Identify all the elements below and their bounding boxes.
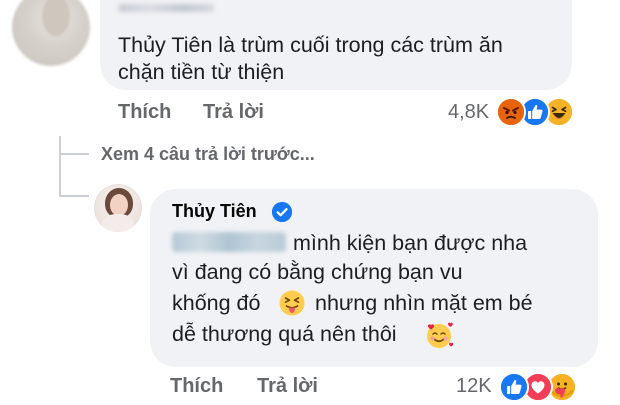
- reply-reply-button[interactable]: Trả lời: [257, 375, 318, 398]
- reply-like-button[interactable]: Thích: [170, 375, 223, 398]
- view-previous-replies-link[interactable]: Xem 4 câu trả lời trước...: [101, 144, 315, 165]
- angry-icon: [496, 97, 526, 127]
- reply-text-line-3b: nhưng nhìn mặt em bé: [315, 291, 533, 315]
- reply-text-line-1: mình kiện bạn được nha: [293, 231, 528, 255]
- reply-text-line-3a: khống đó: [172, 291, 261, 315]
- reaction-count[interactable]: 4,8K: [448, 101, 489, 124]
- commenter-avatar[interactable]: [12, 0, 90, 66]
- thread-connector-more: [59, 153, 89, 155]
- reactions-summary[interactable]: [496, 96, 588, 130]
- smiling-hearts-emoji-icon: [425, 321, 455, 349]
- avatar-figure: [42, 0, 70, 36]
- thread-connector-reply: [59, 195, 89, 197]
- blurred-mentioned-name: [172, 232, 286, 252]
- like-icon: [499, 372, 529, 402]
- avatar-face: [110, 194, 128, 216]
- thuy-tien-avatar[interactable]: [94, 184, 142, 232]
- tongue-squint-emoji-icon: [279, 290, 305, 316]
- avatar-body: [102, 214, 134, 232]
- reply-button[interactable]: Trả lời: [203, 101, 264, 124]
- reply-reactions-summary[interactable]: [499, 371, 591, 403]
- reply-author-name[interactable]: Thủy Tiên: [172, 201, 257, 222]
- top-comment-text-line-2: chặn tiền từ thiện: [118, 60, 285, 84]
- reply-text-line-4: dễ thương quá nên thôi: [172, 322, 397, 346]
- top-comment-text-line-1: Thủy Tiên là trùm cuối trong các trùm ăn: [118, 33, 503, 57]
- verified-badge-icon: [272, 202, 292, 222]
- reply-text-line-2: vì đang có bằng chứng bạn vu: [172, 260, 463, 284]
- thread-line-vertical: [59, 136, 61, 196]
- like-button[interactable]: Thích: [118, 101, 171, 124]
- reply-reaction-count[interactable]: 12K: [456, 375, 492, 398]
- blurred-commenter-name: [118, 4, 214, 12]
